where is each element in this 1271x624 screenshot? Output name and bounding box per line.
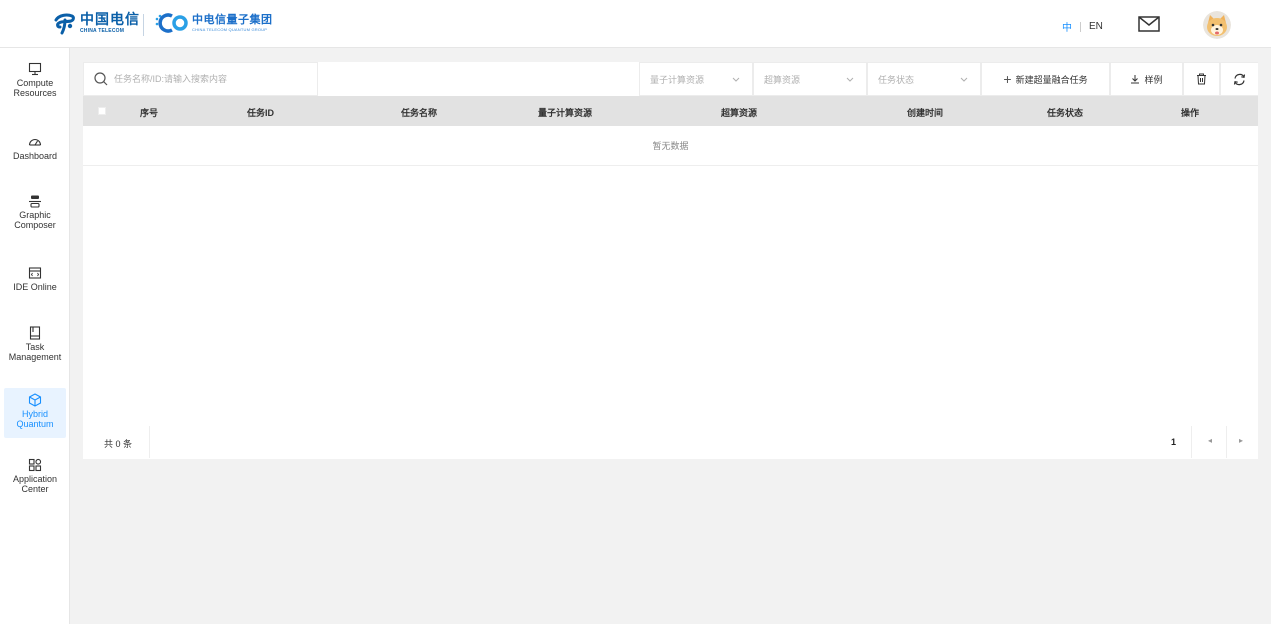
search-input[interactable] (114, 74, 304, 84)
delete-button[interactable] (1183, 62, 1220, 96)
download-icon (1131, 75, 1140, 84)
sidebar-item-ide-online[interactable]: IDE Online (4, 266, 66, 296)
sidebar-item-label: Dashboard (12, 151, 58, 161)
table-empty-state: 暂无数据 (83, 126, 1258, 166)
search-box (83, 62, 318, 96)
column-header-index[interactable]: 序号 (140, 106, 158, 119)
sidebar-item-label: Quantum (16, 419, 54, 429)
quantum-group-logo-icon (155, 13, 188, 33)
page-number-current[interactable]: 1 (1171, 437, 1176, 447)
sidebar-item-label: Task (25, 342, 45, 352)
sidebar-item-graphic-composer[interactable]: Graphic Composer (4, 194, 66, 238)
grid-icon (28, 458, 42, 472)
sidebar-item-compute-resources[interactable]: Compute Resources (4, 62, 66, 106)
refresh-icon (1233, 73, 1246, 85)
circuit-icon (29, 195, 41, 208)
brand1-en: CHINA TELECOM (80, 27, 125, 34)
monitor-icon (28, 62, 42, 76)
column-header-quantum-resource[interactable]: 量子计算资源 (538, 106, 592, 119)
column-header-actions: 操作 (1181, 108, 1200, 118)
china-telecom-logo-icon (54, 13, 75, 35)
lang-zh-option[interactable]: 中 (1062, 19, 1072, 34)
sidebar-item-application-center[interactable]: Application Center (4, 458, 66, 502)
sidebar-item-label: Center (21, 484, 49, 494)
task-status-select-value: 任务状态 (878, 74, 915, 85)
empty-text: 暂无数据 (652, 141, 689, 151)
quantum-resource-select-value: 量子计算资源 (650, 74, 705, 85)
code-window-icon (28, 267, 42, 279)
supercomputing-resource-select[interactable]: 超算资源 (753, 62, 867, 96)
trash-icon (1197, 73, 1206, 85)
china-telecom-logo[interactable]: 中国电信 CHINA TELECOM (53, 11, 140, 35)
new-hybrid-task-button[interactable]: + 新建超量融合任务 (981, 62, 1110, 96)
chevron-down-icon (846, 77, 854, 82)
lang-en-option[interactable]: EN (1089, 21, 1103, 32)
task-status-select[interactable]: 任务状态 (867, 62, 981, 96)
logo-divider (143, 14, 144, 36)
new-hybrid-task-label: 新建超量融合任务 (1015, 74, 1088, 85)
sidebar-nav: Compute Resources Dashboard Graphic Comp… (0, 48, 70, 624)
search-icon (94, 72, 108, 86)
sidebar-item-dashboard[interactable]: Dashboard (4, 135, 66, 165)
pagination-bar: 共 0 条 1 ◂ ▸ (83, 426, 1258, 459)
mail-icon[interactable] (1138, 16, 1160, 32)
divider (1191, 426, 1192, 458)
book-icon (29, 326, 41, 340)
language-switcher: 中 EN (1062, 19, 1103, 34)
cube-icon (28, 393, 42, 407)
sidebar-item-label: Application (12, 474, 58, 484)
divider (1226, 426, 1227, 458)
next-page-icon[interactable]: ▸ (1239, 436, 1243, 445)
chevron-down-icon (960, 77, 968, 82)
sidebar-item-task-management[interactable]: Task Management (4, 326, 66, 370)
refresh-button[interactable] (1220, 62, 1258, 96)
lang-divider (1080, 21, 1081, 32)
sidebar-item-label: Hybrid (21, 409, 48, 419)
table-header: 序号 任务ID 任务名称 量子计算资源 超算资源 创建时间 任务状态 操作 (83, 96, 1258, 126)
user-avatar-icon[interactable] (1203, 11, 1231, 39)
sidebar-item-label: Resources (13, 88, 57, 98)
select-all-checkbox[interactable] (98, 107, 106, 115)
prev-page-icon[interactable]: ◂ (1208, 436, 1212, 445)
total-count: 共 0 条 (104, 439, 133, 449)
column-header-task-status[interactable]: 任务状态 (1047, 106, 1083, 119)
plus-icon: + (1003, 71, 1012, 87)
sidebar-item-label: Composer (14, 220, 56, 230)
column-header-created-time[interactable]: 创建时间 (907, 106, 943, 119)
sample-button[interactable]: 样例 (1110, 62, 1183, 96)
sidebar-item-label: IDE Online (13, 282, 57, 292)
sidebar-item-label: Management (8, 352, 62, 362)
column-header-supercomputing-resource[interactable]: 超算资源 (721, 106, 757, 119)
sidebar-item-label: Graphic (19, 210, 51, 220)
supercomputing-resource-select-value: 超算资源 (764, 74, 801, 85)
column-header-task-name[interactable]: 任务名称 (401, 106, 437, 119)
sidebar-item-hybrid-quantum[interactable]: Hybrid Quantum (4, 388, 66, 438)
hybrid-task-panel: 量子计算资源 超算资源 任务状态 + 新建超量融合任务 样例 (83, 62, 1258, 459)
gauge-icon (28, 139, 42, 146)
sample-label: 样例 (1144, 74, 1163, 85)
top-header: 中国电信 CHINA TELECOM 中电信量子集团 CHINA TELECOM… (0, 0, 1271, 48)
divider (149, 426, 150, 458)
column-header-task-id[interactable]: 任务ID (247, 106, 274, 119)
quantum-group-logo[interactable]: 中电信量子集团 CHINA TELECOM QUANTUM GROUP (153, 11, 273, 35)
brand2-en: CHINA TELECOM QUANTUM GROUP (192, 26, 268, 32)
sidebar-item-label: Compute (16, 78, 54, 88)
brand1-cn: 中国电信 (80, 11, 140, 28)
chevron-down-icon (732, 77, 740, 82)
quantum-resource-select[interactable]: 量子计算资源 (639, 62, 753, 96)
toolbar: 量子计算资源 超算资源 任务状态 + 新建超量融合任务 样例 (83, 62, 1258, 96)
brand2-cn: 中电信量子集团 (192, 13, 273, 26)
